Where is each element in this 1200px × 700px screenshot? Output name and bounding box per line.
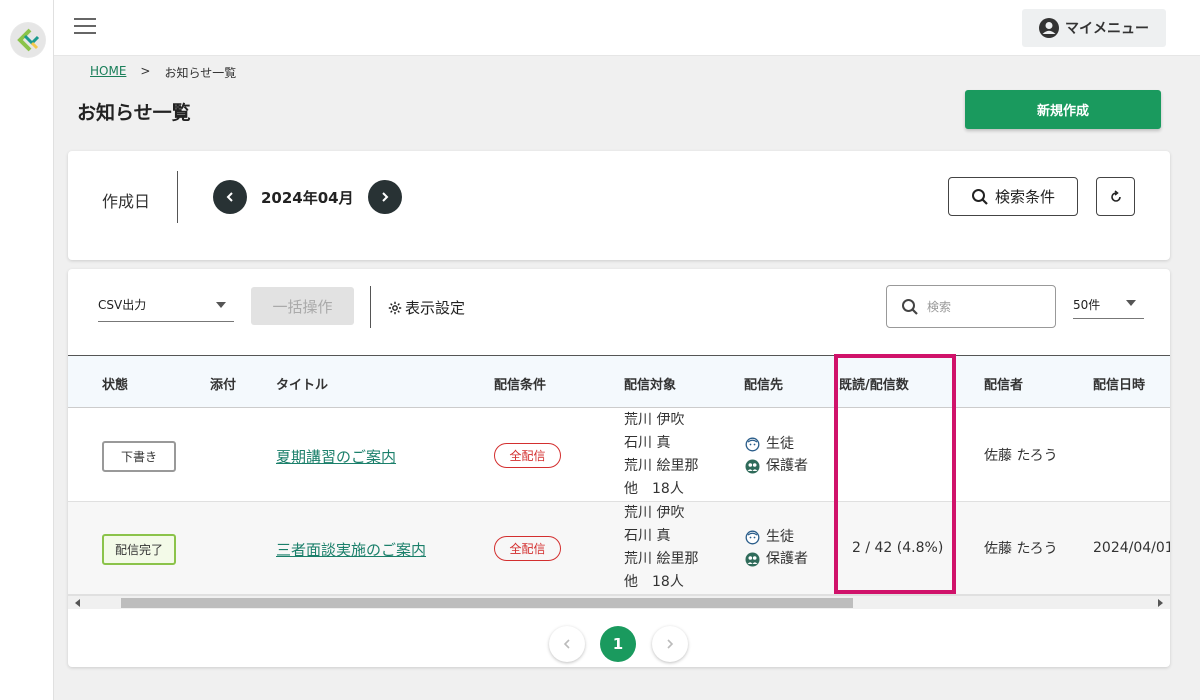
search-icon: [971, 188, 988, 205]
target-name: 荒川 伊吹: [624, 412, 685, 428]
display-settings-button[interactable]: 表示設定: [388, 297, 465, 318]
destination-student: 生徒: [745, 526, 808, 548]
guardian-icon: [745, 459, 760, 473]
chevron-right-icon: [667, 639, 674, 649]
destination-guardian: 保護者: [745, 548, 808, 570]
breadcrumb-separator: >: [140, 64, 151, 78]
prev-month-button[interactable]: [213, 180, 247, 214]
hamburger-menu-icon[interactable]: [74, 18, 96, 36]
target-name: 荒川 伊吹: [624, 505, 685, 521]
target-list: 荒川 伊吹 石川 真 荒川 絵里那 他 18人: [624, 409, 698, 501]
column-header-targets[interactable]: 配信対象: [624, 374, 676, 393]
column-header-sender[interactable]: 配信者: [984, 374, 1023, 393]
destination-student: 生徒: [745, 433, 808, 455]
next-month-button[interactable]: [368, 180, 402, 214]
column-header-condition[interactable]: 配信条件: [494, 374, 546, 393]
display-settings-label: 表示設定: [405, 299, 466, 317]
chevron-left-icon: [226, 192, 233, 202]
app-logo-icon[interactable]: [10, 22, 46, 58]
destination-label: 保護者: [766, 458, 808, 474]
table-row[interactable]: 配信完了 三者面談実施のご案内 全配信 荒川 伊吹 石川 真 荒川 絵里那 他 …: [68, 502, 1170, 595]
new-create-button[interactable]: 新規作成: [965, 90, 1161, 129]
guardian-icon: [745, 552, 760, 566]
status-badge: 配信完了: [102, 534, 176, 565]
scroll-left-icon[interactable]: [75, 599, 80, 607]
column-header-read-count[interactable]: 既読/配信数: [839, 374, 909, 393]
status-badge: 下書き: [102, 441, 176, 472]
gear-icon: [388, 301, 402, 314]
destination-guardian: 保護者: [745, 455, 808, 477]
table-row[interactable]: 下書き 夏期講習のご案内 全配信 荒川 伊吹 石川 真 荒川 絵里那 他 18人…: [68, 409, 1170, 502]
target-others: 他 18人: [624, 481, 684, 497]
student-icon: [745, 437, 760, 451]
dropdown-caret-icon: [216, 302, 226, 308]
dropdown-caret-icon: [1126, 300, 1136, 306]
column-header-send-date[interactable]: 配信日時: [1093, 374, 1145, 393]
column-header-attachment[interactable]: 添付: [210, 374, 236, 393]
destination-label: 生徒: [766, 436, 794, 452]
read-count: 2 / 42 (4.8%): [852, 540, 944, 556]
breadcrumb-current: お知らせ一覧: [164, 66, 237, 80]
breadcrumb-home-link[interactable]: HOME: [90, 64, 126, 81]
target-name: 荒川 絵里那: [624, 458, 699, 474]
search-input[interactable]: [927, 299, 1037, 314]
page-button-current[interactable]: 1: [600, 626, 636, 662]
chevron-right-icon: [382, 192, 389, 202]
condition-badge: 全配信: [494, 536, 561, 561]
destination-label: 生徒: [766, 529, 794, 545]
my-menu-label: マイメニュー: [1065, 21, 1149, 37]
scrollbar-thumb[interactable]: [121, 598, 853, 608]
chevron-left-icon: [563, 639, 570, 649]
horizontal-scrollbar[interactable]: [68, 595, 1170, 609]
per-page-label: 50件: [1073, 298, 1101, 312]
prev-page-button[interactable]: [549, 626, 585, 662]
target-list: 荒川 伊吹 石川 真 荒川 絵里那 他 18人: [624, 502, 698, 594]
filter-card: 作成日 2024年04月 検索条件: [68, 151, 1170, 260]
notice-list-card: CSV出力 一括操作 表示設定 50件 状態 添付 タイトル 配信条件 配信対象…: [68, 269, 1170, 667]
condition-badge: 全配信: [494, 443, 561, 468]
current-month: 2024年04月: [261, 189, 354, 207]
per-page-select[interactable]: 50件: [1073, 291, 1144, 319]
column-header-title[interactable]: タイトル: [276, 374, 328, 393]
page-title: お知らせ一覧: [77, 102, 191, 124]
divider: [370, 286, 371, 328]
refresh-icon: [1110, 189, 1121, 202]
column-header-destination[interactable]: 配信先: [744, 374, 783, 393]
column-header-status[interactable]: 状態: [102, 374, 128, 393]
date-filter-label: 作成日: [102, 192, 151, 211]
send-date: 2024/04/01: [1093, 540, 1170, 556]
target-name: 石川 真: [624, 435, 671, 451]
target-others: 他 18人: [624, 574, 684, 590]
left-rail: [0, 0, 54, 700]
notice-title-link[interactable]: 三者面談実施のご案内: [276, 539, 426, 560]
refresh-button[interactable]: [1096, 177, 1135, 216]
divider: [177, 171, 178, 223]
my-menu-button[interactable]: マイメニュー: [1022, 9, 1166, 47]
destination-list: 生徒 保護者: [745, 433, 808, 477]
user-account-icon: [1039, 18, 1059, 38]
destination-label: 保護者: [766, 551, 808, 567]
csv-export-label: CSV出力: [98, 298, 147, 312]
student-icon: [745, 530, 760, 544]
notice-title-link[interactable]: 夏期講習のご案内: [276, 446, 396, 467]
destination-list: 生徒 保護者: [745, 526, 808, 570]
scroll-right-icon[interactable]: [1158, 599, 1163, 607]
csv-export-select[interactable]: CSV出力: [98, 291, 234, 322]
top-header: マイメニュー: [54, 0, 1200, 56]
search-conditions-button[interactable]: 検索条件: [948, 177, 1078, 216]
sender-name: 佐藤 たろう: [984, 448, 1058, 464]
search-conditions-label: 検索条件: [994, 188, 1055, 206]
sender-name: 佐藤 たろう: [984, 541, 1058, 557]
search-icon: [902, 298, 918, 315]
breadcrumb: HOME > お知らせ一覧: [90, 64, 236, 81]
bulk-action-button: 一括操作: [251, 287, 354, 325]
table-header: 状態 添付 タイトル 配信条件 配信対象 配信先 既読/配信数 配信者 配信日時: [68, 355, 1170, 408]
search-box: [886, 285, 1056, 328]
target-name: 荒川 絵里那: [624, 551, 699, 567]
next-page-button[interactable]: [652, 626, 688, 662]
target-name: 石川 真: [624, 528, 671, 544]
